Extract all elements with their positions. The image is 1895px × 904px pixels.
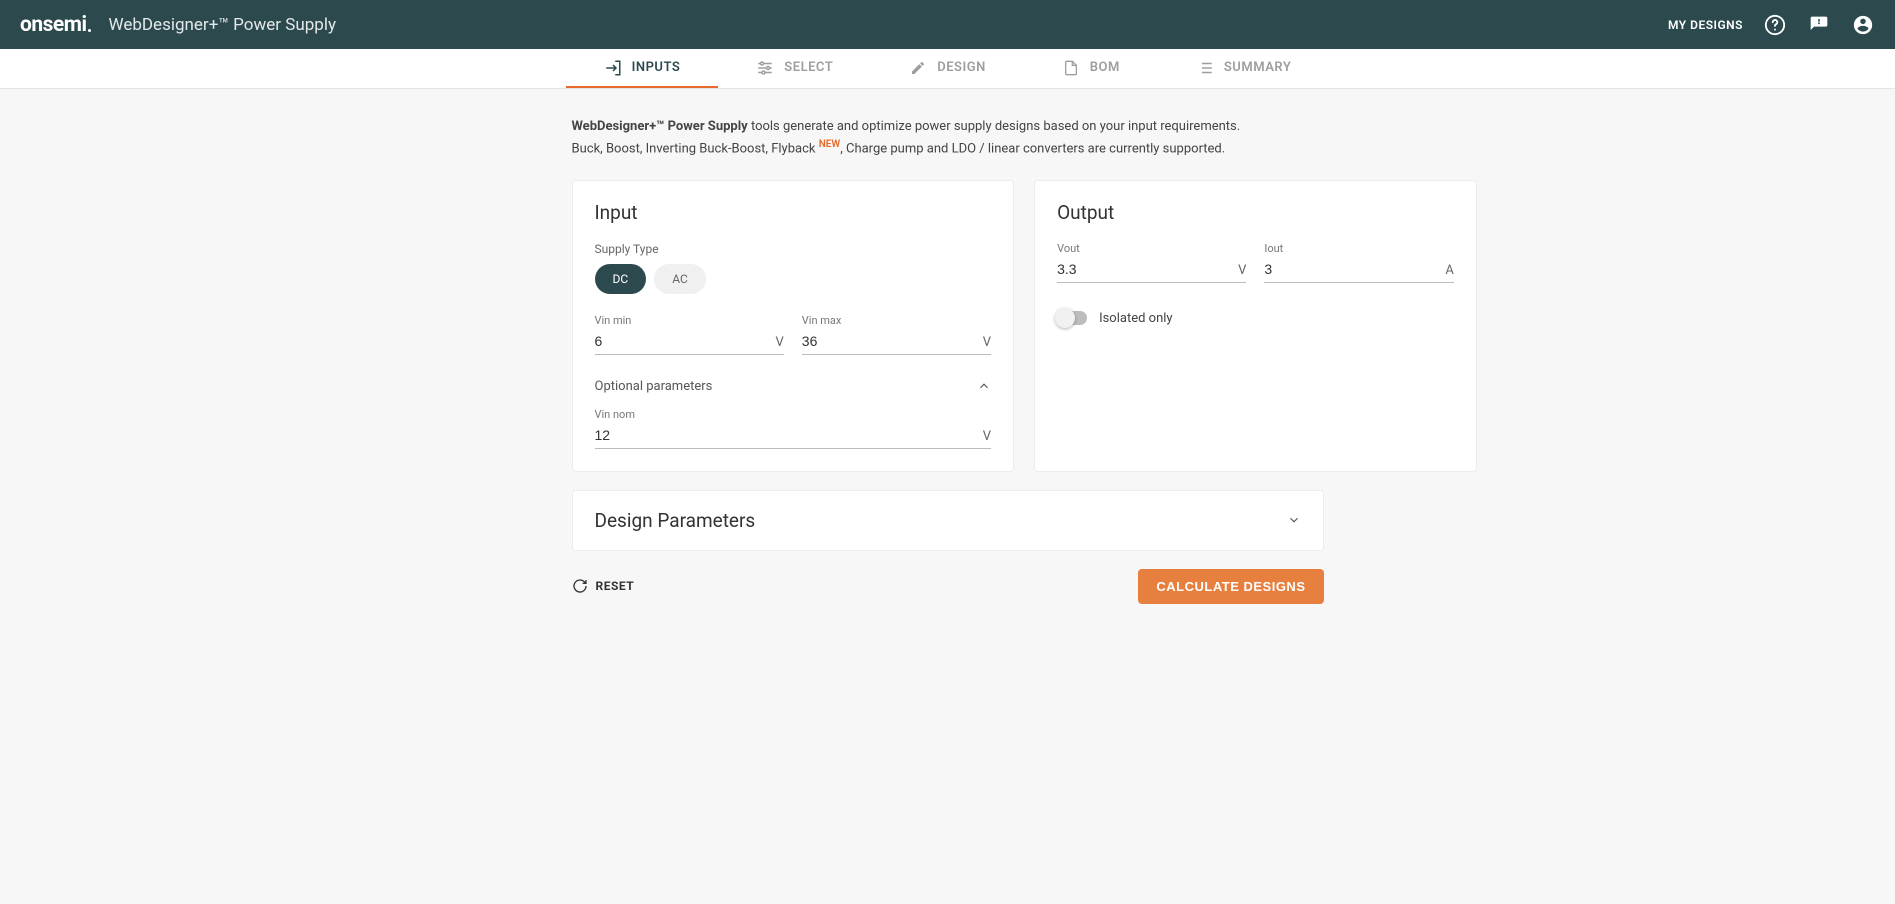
input-card-title: Input [595,201,992,224]
vin-nom-label: Vin nom [595,408,992,421]
step-tabs: INPUTS SELECT DESIGN BOM SUMMARY [0,49,1895,89]
account-icon[interactable] [1851,13,1875,37]
vin-max-unit: V [983,335,991,350]
vin-min-input[interactable] [595,329,776,349]
vin-max-input[interactable] [802,329,983,349]
input-card: Input Supply Type DC AC Vin min V Vin ma… [572,180,1015,472]
output-card: Output Vout V Iout A [1034,180,1477,472]
document-icon [1062,59,1080,77]
tab-summary[interactable]: SUMMARY [1158,49,1329,88]
iout-label: Iout [1264,242,1453,255]
chevron-up-icon [977,379,991,393]
design-parameters-title: Design Parameters [595,509,756,532]
tune-icon [756,59,774,77]
tab-select[interactable]: SELECT [718,49,871,88]
brand-logo: onsemi [20,13,91,37]
vin-nom-input[interactable] [595,423,983,443]
iout-input[interactable] [1264,257,1445,277]
pencil-icon [909,59,927,77]
design-parameters-card[interactable]: Design Parameters [572,490,1324,551]
tab-bom[interactable]: BOM [1024,49,1158,88]
new-badge: NEW [819,139,841,150]
isolated-only-label: Isolated only [1099,311,1173,326]
intro-text: WebDesigner+™ Power Supply tools generat… [572,117,1324,160]
vout-label: Vout [1057,242,1246,255]
vout-unit: V [1238,263,1246,278]
vin-nom-unit: V [983,429,991,444]
vin-min-unit: V [776,335,784,350]
vin-min-label: Vin min [595,314,784,327]
list-icon [1196,59,1214,77]
supply-type-ac[interactable]: AC [654,264,706,294]
supply-type-dc[interactable]: DC [595,264,647,294]
input-icon [604,59,622,77]
app-title: WebDesigner+™ Power Supply [109,15,336,35]
tab-inputs[interactable]: INPUTS [566,49,719,88]
app-header: onsemi WebDesigner+™ Power Supply MY DES… [0,0,1895,49]
chevron-down-icon [1287,513,1301,527]
calculate-designs-button[interactable]: CALCULATE DESIGNS [1138,569,1323,604]
vin-max-label: Vin max [802,314,991,327]
output-card-title: Output [1057,201,1454,224]
page-content: WebDesigner+™ Power Supply tools generat… [572,89,1324,644]
isolated-only-toggle[interactable] [1057,311,1087,325]
refresh-icon [572,578,588,594]
reset-button[interactable]: RESET [572,578,635,594]
supply-type-label: Supply Type [595,242,992,256]
feedback-icon[interactable] [1807,13,1831,37]
optional-parameters-toggle[interactable]: Optional parameters [595,379,992,394]
iout-unit: A [1445,263,1453,278]
help-icon[interactable] [1763,13,1787,37]
tab-design[interactable]: DESIGN [871,49,1024,88]
my-designs-link[interactable]: MY DESIGNS [1668,18,1743,32]
vout-input[interactable] [1057,257,1238,277]
